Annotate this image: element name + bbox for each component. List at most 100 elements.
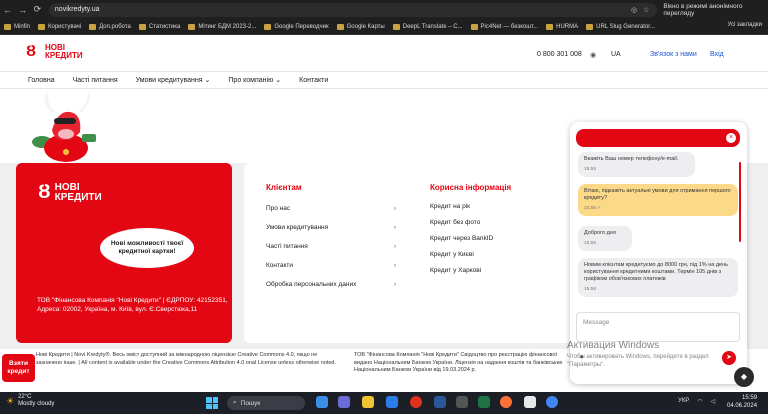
chat-message: Доброго дня 15:55 [578,226,632,251]
folder-icon [586,23,594,30]
forward-icon[interactable]: → [15,5,30,15]
clients-link[interactable]: Обробка персональних даних › [266,281,396,300]
all-bookmarks[interactable]: Усі закладки [727,22,762,28]
phone-number[interactable]: 0 800 301 008 [537,51,582,58]
clients-link[interactable]: Часті питання › [266,243,396,262]
incognito-label[interactable]: Вікно в режимі анонімного перегляду [663,3,768,17]
weather-widget[interactable]: ☀ 22°C Mostly cloudy [6,394,54,408]
folder-icon [546,23,554,30]
wifi-icon[interactable]: ◠ [697,398,702,405]
taskbar-clock[interactable]: 15:59 04.06.2024 [727,394,757,410]
contact-us-link[interactable]: Зв'язок з нами [650,51,697,58]
useful-link[interactable]: Кредит на рік [430,203,493,219]
promo-card: Ȣ НОВІ КРЕДИТИ Нові можливості твоєї кре… [16,163,232,343]
bookmark-item[interactable]: Користувачі [38,23,81,30]
back-icon[interactable]: ← [0,5,15,15]
bookmark-item[interactable]: Pic4Net — безкошт... [470,23,538,30]
promo-logo: Ȣ НОВІ КРЕДИТИ [38,181,102,204]
main-menu: Головна Часті питання Умови кредитування ⌄… [0,71,768,89]
opera-icon[interactable] [410,396,422,408]
excel-icon[interactable] [478,396,490,408]
taskbar-app-icon[interactable] [456,396,468,408]
useful-list: Кредит на рік Кредит без фото Кредит через… [430,203,493,283]
useful-title: Корисна інформація [430,183,512,192]
folder-icon [4,23,11,30]
clients-link[interactable]: Умови кредитування › [266,224,396,243]
firefox-icon[interactable] [500,396,512,408]
site-logo[interactable]: Ȣ НОВІ КРЕДИТИ [26,44,83,60]
chat-message-input[interactable]: Message [576,312,740,342]
folder-icon [138,23,146,30]
bookmark-item[interactable]: Minfin [4,23,30,30]
taskbar-app-icon[interactable] [316,396,328,408]
reload-icon[interactable]: ⟳ [30,4,45,15]
bookmark-item[interactable]: URL Slug Generator... [586,23,655,30]
accessibility-icon[interactable]: ◉ [590,51,596,59]
windows-start-icon[interactable] [206,397,218,409]
useful-link[interactable]: Кредит без фото [430,219,493,235]
logo-line2: КРЕДИТИ [45,51,83,60]
system-tray: УКР ◠ ◁ [678,398,715,405]
folder-icon [336,23,344,30]
folder-icon[interactable] [362,396,374,408]
browser-toolbar: ← → ⟳ novikredyty.ua ◎ ☆ Вікно в режимі … [0,0,768,19]
chat-message: Вкажіть Ваш номер телефону/e-mail. 15:55 [578,152,695,177]
menu-item[interactable]: Про компанію ⌄ [228,76,281,84]
promo-bubble: Нові можливості твоєї кредитної картки! [100,228,194,268]
links-card: Клієнтам Про нас › Умови кредитування › Част… [244,163,584,343]
chrome-icon[interactable] [546,396,558,408]
useful-link[interactable]: Кредит через BankID [430,235,493,251]
folder-icon [392,23,400,30]
folder-icon [188,23,196,30]
chat-message: Новим клієнтам кредитуємо до 8000 грн, п… [578,258,738,297]
taskbar-app-icon[interactable] [524,396,536,408]
bookmark-item[interactable]: Статистика [138,23,180,30]
taskbar-app-icon[interactable] [338,396,350,408]
address-bar[interactable]: novikredyty.ua ◎ ☆ [48,2,658,17]
bookmarks-bar: Minfin Користувачі Доп.робота Статистика Міт… [0,19,768,35]
bookmark-item[interactable]: Google Переводчик [264,23,329,30]
folder-icon [38,23,46,30]
bookmark-item[interactable]: Доп.робота [89,23,131,30]
take-credit-button[interactable]: Взяти кредит [2,354,35,382]
star-icon[interactable]: ☆ [643,6,649,14]
bookmark-item[interactable]: DeepL Translate – С... [392,23,463,30]
bookmark-item[interactable]: Google Карты [336,23,385,30]
folder-icon [264,23,272,30]
close-icon[interactable]: × [726,133,736,143]
eye-off-icon[interactable]: ◎ [631,6,637,14]
language-switch[interactable]: UA [611,51,621,58]
menu-item[interactable]: Контакти [299,77,328,84]
chat-scrollbar[interactable] [739,162,741,242]
chevron-right-icon: › [393,243,396,250]
chat-toggle-button[interactable]: ◆ [734,367,754,387]
chevron-right-icon: › [393,224,396,231]
search-icon: ⌕ [233,399,237,406]
folder-icon [470,23,478,30]
login-link[interactable]: Вхід [710,51,724,58]
chevron-right-icon: › [393,262,396,269]
weather-icon: ☀ [6,395,15,406]
windows-activation-watermark: Активация Windows Чтобы активировать Win… [567,340,709,368]
taskbar-app-icon[interactable] [386,396,398,408]
menu-item[interactable]: Головна [28,77,55,84]
clients-list: Про нас › Умови кредитування › Часті питання… [266,205,396,300]
promo-logo-line2: КРЕДИТИ [54,191,102,203]
chat-header: × [576,129,740,147]
chevron-right-icon: › [393,205,396,212]
menu-item[interactable]: Умови кредитування ⌄ [136,76,211,84]
company-info: ТОВ "Фінансова Компанія "Нові Кредити" |… [37,297,228,313]
useful-link[interactable]: Кредит у Харкові [430,267,493,283]
menu-item[interactable]: Часті питання [73,77,118,84]
bookmark-item[interactable]: HURMA [546,23,578,30]
clients-link[interactable]: Контакти › [266,262,396,281]
folder-icon [89,23,97,30]
taskbar-search[interactable]: ⌕ Пошук [227,396,305,410]
volume-icon[interactable]: ◁ [711,398,716,405]
footer-license: Нові Кредити | Novi Kredyty®. Весь зміст… [36,352,336,366]
language-indicator[interactable]: УКР [678,398,689,405]
clients-link[interactable]: Про нас › [266,205,396,224]
word-icon[interactable] [434,396,446,408]
bookmark-item[interactable]: Мітинг БДМ 2023-2... [188,23,256,30]
useful-link[interactable]: Кредит у Києві [430,251,493,267]
